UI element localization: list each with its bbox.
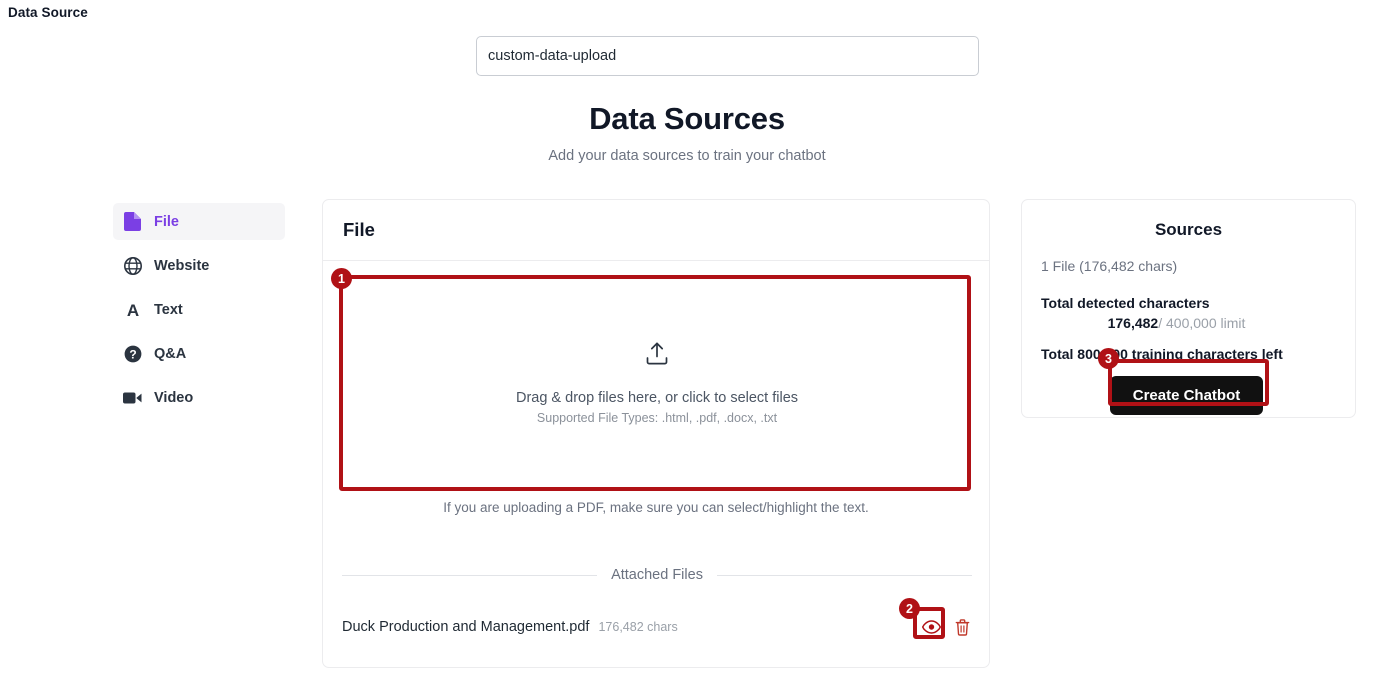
sidebar-item-label-text: Text: [154, 301, 183, 318]
file-panel: File Drag & drop files here, or click to…: [322, 199, 990, 668]
svg-text:A: A: [126, 301, 138, 319]
sources-file-count: 1 File (176,482 chars): [1041, 258, 1178, 274]
upload-icon: [646, 342, 668, 370]
sources-detected-used: 176,482: [1107, 315, 1159, 331]
sidebar-item-label-website: Website: [154, 257, 210, 274]
sidebar-item-qa[interactable]: ? Q&A: [113, 335, 285, 372]
svg-text:?: ?: [129, 347, 136, 361]
attached-file-row: Duck Production and Management.pdf 176,4…: [342, 605, 972, 649]
attached-file-chars: 176,482 chars: [598, 620, 678, 634]
chatbot-name-input[interactable]: [476, 36, 979, 76]
sources-detected-limit: / 400,000 limit: [1158, 315, 1246, 331]
file-dropzone[interactable]: Drag & drop files here, or click to sele…: [342, 280, 972, 487]
sources-panel: Sources 1 File (176,482 chars) Total det…: [1021, 199, 1356, 418]
create-chatbot-button-wrapper: Create Chatbot: [1022, 376, 1355, 415]
sidebar-item-label-video: Video: [154, 389, 194, 406]
dropzone-supported-types: Supported File Types: .html, .pdf, .docx…: [536, 411, 778, 425]
attached-files-divider: Attached Files: [342, 567, 972, 583]
trash-icon[interactable]: [952, 617, 972, 637]
page-subtitle: Add your data sources to train your chat…: [548, 148, 826, 164]
page-root: Data Source Data Sources Add your data s…: [0, 0, 1374, 677]
question-circle-icon: ?: [123, 344, 142, 363]
video-camera-icon: [123, 388, 142, 407]
globe-icon: [123, 256, 142, 275]
eye-icon[interactable]: [921, 617, 941, 637]
sources-panel-title: Sources: [1154, 220, 1223, 239]
attached-file-actions: [921, 617, 972, 637]
file-icon: [123, 212, 142, 231]
data-source-type-sidebar: File Website A Text ? Q&A Video: [113, 203, 285, 423]
dropzone-primary-text: Drag & drop files here, or click to sele…: [515, 390, 799, 406]
attached-file-name: Duck Production and Management.pdf: [342, 619, 590, 635]
sources-detected-label: Total detected characters: [1041, 295, 1210, 311]
sidebar-item-label-file: File: [154, 213, 179, 230]
sidebar-item-file[interactable]: File: [113, 203, 285, 240]
create-chatbot-button[interactable]: Create Chatbot: [1109, 376, 1264, 415]
attached-files-label: Attached Files: [611, 567, 703, 583]
sidebar-item-video[interactable]: Video: [113, 379, 285, 416]
sources-usage: 176,482/ 400,000 limit: [1022, 315, 1355, 331]
sidebar-item-label-qa: Q&A: [154, 345, 187, 362]
sources-training-left: Total 800,000 training characters left: [1041, 346, 1283, 362]
file-panel-heading: File: [323, 200, 989, 261]
sidebar-item-text[interactable]: A Text: [113, 291, 285, 328]
text-a-icon: A: [123, 300, 142, 319]
breadcrumb: Data Source: [8, 5, 88, 20]
page-title: Data Sources: [589, 101, 785, 136]
pdf-hint-text: If you are uploading a PDF, make sure yo…: [443, 500, 869, 515]
chatbot-name-field-wrapper: [476, 36, 979, 76]
sidebar-item-website[interactable]: Website: [113, 247, 285, 284]
